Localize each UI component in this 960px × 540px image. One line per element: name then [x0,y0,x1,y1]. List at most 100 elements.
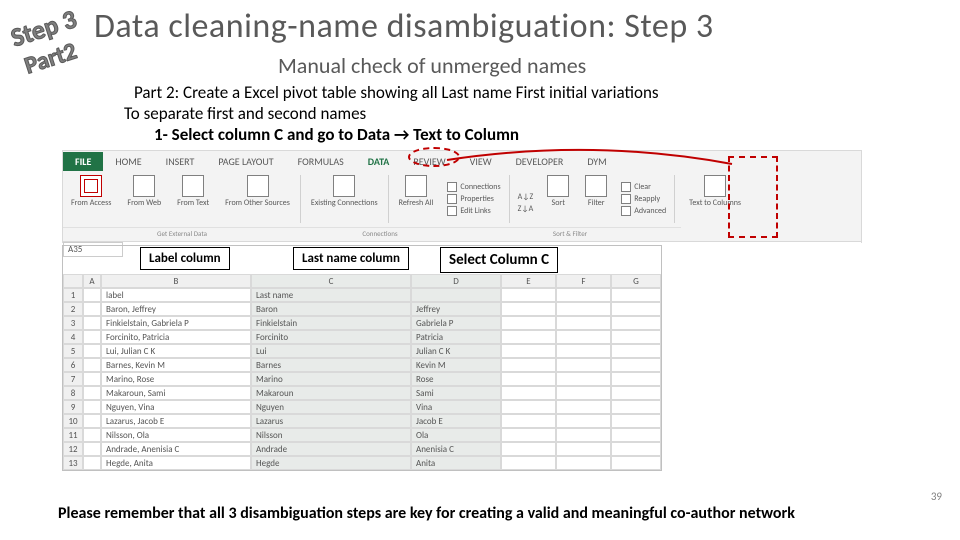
col-header[interactable]: G [611,274,661,288]
cell[interactable]: Sami [411,386,501,400]
cell[interactable] [83,358,101,372]
cell[interactable]: Jeffrey [411,302,501,316]
cell[interactable]: Nguyen [251,400,411,414]
from-text-button[interactable]: From Text [169,171,217,227]
cell[interactable] [556,330,611,344]
cell[interactable] [83,372,101,386]
col-header-selected[interactable]: C [251,274,411,288]
cell[interactable] [501,428,556,442]
row-number[interactable]: 6 [63,358,83,372]
cell[interactable]: Anita [411,456,501,470]
cell[interactable]: Patricia [411,330,501,344]
clear-button[interactable]: Clear [621,181,666,193]
cell[interactable] [611,316,661,330]
cell[interactable] [501,288,556,302]
sort-desc-button[interactable]: Z↓A [518,203,534,215]
cell[interactable]: Marino [251,372,411,386]
editlinks-button[interactable]: Edit Links [447,205,500,217]
cell[interactable] [611,386,661,400]
cell[interactable] [556,372,611,386]
cell[interactable]: Forcinito [251,330,411,344]
from-web-button[interactable]: From Web [119,171,169,227]
col-header[interactable]: D [411,274,501,288]
cell[interactable]: Hegde [251,456,411,470]
connections-button[interactable]: Connections [447,181,500,193]
cell[interactable] [611,344,661,358]
filter-button[interactable]: Filter [577,171,615,227]
refresh-button[interactable]: Refresh All [391,171,442,227]
cell[interactable]: Barnes, Kevin M [101,358,251,372]
cell[interactable] [501,316,556,330]
cell[interactable] [556,400,611,414]
cell[interactable] [83,288,101,302]
row-number[interactable]: 13 [63,456,83,470]
cell[interactable] [556,386,611,400]
cell[interactable] [611,442,661,456]
cell[interactable] [556,288,611,302]
row-number[interactable]: 8 [63,386,83,400]
cell[interactable] [83,386,101,400]
cell[interactable] [83,330,101,344]
tab-insert[interactable]: INSERT [154,152,207,171]
row-number[interactable]: 7 [63,372,83,386]
cell[interactable]: Nilsson [251,428,411,442]
cell[interactable]: Lazarus, Jacob E [101,414,251,428]
cell[interactable] [83,456,101,470]
row-number[interactable]: 5 [63,344,83,358]
cell[interactable] [556,302,611,316]
sort-button[interactable]: Sort [539,171,577,227]
cell[interactable] [501,400,556,414]
cell[interactable]: Nguyen, Vina [101,400,251,414]
cell[interactable] [611,302,661,316]
cell[interactable] [611,288,661,302]
cell[interactable] [611,358,661,372]
cell[interactable]: Nilsson, Ola [101,428,251,442]
cell[interactable] [501,344,556,358]
cell[interactable]: Hegde, Anita [101,456,251,470]
cell[interactable]: Barnes [251,358,411,372]
cell[interactable]: Jacob E [411,414,501,428]
cell[interactable] [83,414,101,428]
cell[interactable] [501,414,556,428]
tab-home[interactable]: HOME [103,152,153,171]
cell[interactable]: Baron, Jeffrey [101,302,251,316]
cell[interactable]: Andrade [251,442,411,456]
tab-formulas[interactable]: FORMULAS [286,152,356,171]
cell[interactable] [501,386,556,400]
cell[interactable]: Vina [411,400,501,414]
cell[interactable] [83,302,101,316]
cell[interactable] [501,372,556,386]
cell[interactable] [411,288,501,302]
tab-pagelayout[interactable]: PAGE LAYOUT [206,152,285,171]
cell[interactable] [501,330,556,344]
cell[interactable]: Andrade, Anenisia C [101,442,251,456]
cell[interactable] [83,400,101,414]
cell[interactable]: Baron [251,302,411,316]
cell[interactable] [83,442,101,456]
cell[interactable]: Gabriela P [411,316,501,330]
cell[interactable]: Marino, Rose [101,372,251,386]
from-access-button[interactable]: From Access [63,171,119,227]
cell[interactable]: Lui, Julian C K [101,344,251,358]
cell[interactable] [556,344,611,358]
cell[interactable]: Anenisia C [411,442,501,456]
cell[interactable] [556,358,611,372]
cell[interactable]: Finkielstain [251,316,411,330]
cell[interactable] [501,456,556,470]
row-number[interactable]: 12 [63,442,83,456]
cell[interactable] [556,456,611,470]
properties-button[interactable]: Properties [447,193,500,205]
select-all-cell[interactable] [63,274,83,288]
row-number[interactable]: 11 [63,428,83,442]
row-number[interactable]: 10 [63,414,83,428]
cell[interactable] [83,344,101,358]
row-number[interactable]: 2 [63,302,83,316]
cell[interactable]: Last name [251,288,411,302]
row-number[interactable]: 4 [63,330,83,344]
col-header[interactable]: E [501,274,556,288]
sort-asc-button[interactable]: A↓Z [518,191,534,203]
cell[interactable] [556,428,611,442]
row-number[interactable]: 3 [63,316,83,330]
row-number[interactable]: 1 [63,288,83,302]
reapply-button[interactable]: Reapply [621,193,666,205]
